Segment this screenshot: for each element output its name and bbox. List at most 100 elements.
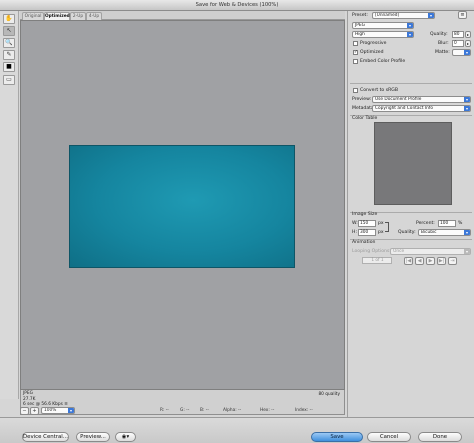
zoom-out-button[interactable]: − [20,407,29,415]
slice-select-icon[interactable]: ↖ [3,26,15,36]
preset-select[interactable]: [Unnamed] ▾ [372,12,435,19]
image-size-heading: Image Size [352,212,378,217]
preview-profile-value: Use Document Profile [375,97,422,102]
next-frame-icon[interactable]: ▶| [437,257,446,265]
info-quality: 80 quality [318,392,340,397]
cancel-button[interactable]: Cancel [367,432,411,442]
embed-color-profile-label: Embed Color Profile [360,59,406,64]
convert-srgb-checkbox[interactable] [353,88,358,93]
view-tabs: Original Optimized 2-Up 4-Up [20,11,345,20]
color-table[interactable] [374,122,452,205]
last-frame-icon[interactable]: ⇥ [448,257,457,265]
animation-heading: Animation [352,240,376,245]
embed-color-profile-checkbox[interactable] [353,59,358,64]
bottom-button-bar: Device Central... Preview... ◉▾ Save Can… [0,417,474,443]
percent-label: Percent: [416,221,435,226]
preset-value: [Unnamed] [375,13,400,18]
chevron-down-icon: ▾ [464,249,470,254]
preview-canvas[interactable] [20,20,345,390]
save-button[interactable]: Save [311,432,363,442]
width-label: W: [352,221,358,226]
chevron-down-icon: ▾ [464,50,470,55]
zoom-level-select[interactable]: 100% ▾ [41,407,75,414]
toggle-slices-icon[interactable]: ▭ [3,75,15,85]
chevron-down-icon: ▾ [126,434,130,440]
zoom-level-value: 100% [44,408,57,413]
preview-label: Preview: [352,97,372,102]
preset-label: Preset: [352,13,368,18]
blur-input[interactable]: 0 [452,40,464,47]
hand-icon[interactable]: ✋ [3,14,15,24]
window-title: Save for Web & Devices (100%) [0,0,474,11]
readout-alpha: Alpha: -- [223,408,242,413]
progressive-label: Progressive [360,41,387,46]
quality-input[interactable]: 80 [452,31,464,38]
height-unit: px [378,230,384,235]
convert-srgb-label: Convert to sRGB [360,88,398,93]
looping-options-label: Looping Options: [352,249,391,254]
eyedropper-color-icon[interactable]: ■ [3,62,15,72]
progressive-checkbox[interactable] [353,41,358,46]
play-icon[interactable]: ▶ [426,257,435,265]
chevron-down-icon: ▾ [407,23,413,28]
looping-options-select[interactable]: Once ▾ [390,248,471,255]
percent-unit: % [458,221,463,226]
optimized-preview-image [69,145,295,268]
matte-label: Matte: [435,50,450,55]
previous-frame-icon[interactable]: ◀ [415,257,424,265]
chevron-right-icon[interactable]: ▸ [465,40,471,47]
optimize-menu-icon[interactable]: ≡ [458,11,467,19]
resample-quality-label: Quality: [398,230,416,235]
readout-r: R: -- [160,408,169,413]
width-input[interactable]: 150 [358,220,376,227]
chevron-down-icon: ▾ [464,106,470,111]
color-table-heading: Color Table [352,116,378,121]
device-central-button[interactable]: Device Central... [22,432,69,442]
frame-counter: 1 of 1 [362,257,392,264]
readout-index: Index: -- [295,408,313,413]
chevron-right-icon[interactable]: ▸ [465,31,471,38]
chevron-down-icon: ▾ [464,230,470,235]
preview-button[interactable]: Preview... [76,432,110,442]
tool-palette: ✋ ↖ 🔍 ✎ ■ ▭ [0,11,19,399]
compression-quality-value: High [355,32,365,37]
quality-label: Quality: [430,32,448,37]
readout-g: G: -- [180,408,190,413]
metadata-value: Copyright and Contact Info [375,106,434,111]
file-format-select[interactable]: JPEG ▾ [352,22,414,29]
metadata-select[interactable]: Copyright and Contact Info ▾ [372,105,471,112]
tab-2-up[interactable]: 2-Up [70,12,86,20]
tab-4-up[interactable]: 4-Up [86,12,102,20]
first-frame-icon[interactable]: |◀ [404,257,413,265]
readout-b: B: -- [200,408,209,413]
constrain-proportions-link-icon[interactable] [385,222,389,232]
eyedropper-icon[interactable]: ✎ [3,50,15,60]
preview-profile-select[interactable]: Use Document Profile ▾ [372,96,471,103]
optimized-checkbox[interactable]: ✓ [353,50,358,55]
divider [350,83,472,84]
zoom-in-button[interactable]: + [30,407,39,415]
chevron-down-icon: ▾ [428,13,434,18]
height-input[interactable]: 300 [358,229,376,236]
chevron-down-icon: ▾ [68,408,74,413]
settings-panel: Preset: [Unnamed] ▾ ≡ JPEG ▾ High ▾ Qual… [347,11,474,417]
browser-select-button[interactable]: ◉▾ [115,432,136,442]
zoom-bar: − + 100% ▾ R: -- G: -- B: -- Alpha: -- H… [20,406,345,416]
looping-options-value: Once [393,249,405,254]
done-button[interactable]: Done [418,432,462,442]
file-format-value: JPEG [355,23,365,28]
resample-quality-value: Bicubic [421,230,437,235]
readout-hex: Hex: -- [260,408,275,413]
tab-optimized[interactable]: Optimized [44,12,70,20]
zoom-icon[interactable]: 🔍 [3,38,15,48]
resample-quality-select[interactable]: Bicubic ▾ [418,229,471,236]
chevron-down-icon: ▾ [464,97,470,102]
chevron-down-icon: ▾ [407,32,413,37]
percent-input[interactable]: 100 [438,220,456,227]
height-label: H: [352,230,358,235]
matte-select[interactable]: ▾ [452,49,471,56]
tab-original[interactable]: Original [22,12,44,20]
blur-label: Blur: [438,41,449,46]
compression-quality-select[interactable]: High ▾ [352,31,414,38]
optimized-label: Optimized [360,50,384,55]
